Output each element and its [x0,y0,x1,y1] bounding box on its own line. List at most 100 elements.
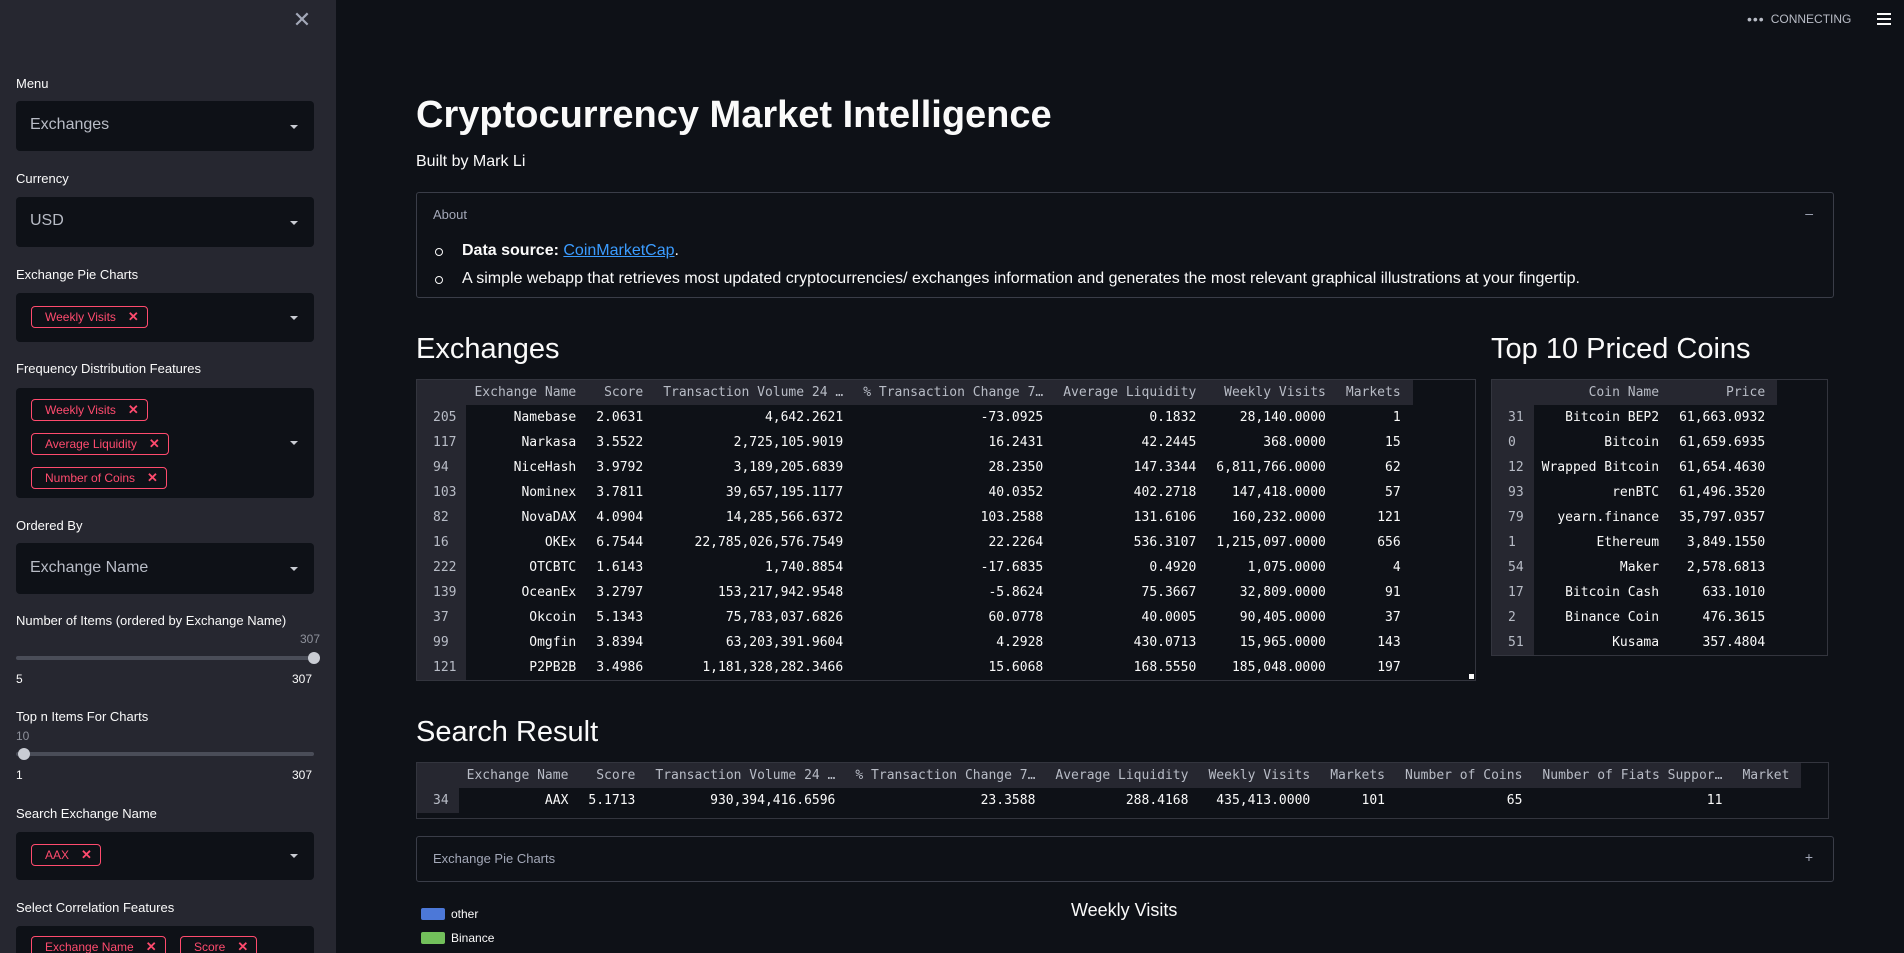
table-cell[interactable]: -17.6835 [855,555,1055,580]
table-cell[interactable]: 147.3344 [1055,455,1208,480]
table-row[interactable]: 139 OceanEx 3.2797 153,217,942.9548 -5.8624 7… [417,580,1413,605]
table-cell[interactable]: 61,496.3520 [1671,480,1777,505]
table-row[interactable]: 16 OKEx 6.7544 22,785,026,576.7549 22.2264 53… [417,530,1413,555]
table-cell[interactable]: OTCBTC [466,555,588,580]
table-row[interactable]: 79 yearn.finance 35,797.0357 [1492,505,1777,530]
table-cell[interactable]: 3.5522 [588,430,655,455]
table-row[interactable]: 103 Nominex 3.7811 39,657,195.1177 40.0352 40… [417,480,1413,505]
column-header[interactable]: Transaction Volume 24 … [647,763,848,788]
table-cell[interactable]: 3.2797 [588,580,655,605]
table-row[interactable]: 205 Namebase 2.0631 4,642.2621 -73.0925 0.183… [417,405,1413,430]
table-cell[interactable]: 147,418.0000 [1208,480,1338,505]
table-cell[interactable]: 1,075.0000 [1208,555,1338,580]
about-expander-header[interactable]: About [433,207,467,222]
column-header[interactable]: Score [588,380,656,405]
table-cell[interactable]: 1,215,097.0000 [1208,530,1338,555]
table-row[interactable]: 121 P2PB2B 3.4986 1,181,328,282.3466 15.6068… [417,655,1413,680]
table-row[interactable]: 93 renBTC 61,496.3520 [1492,480,1777,505]
remove-tag-icon[interactable]: ✕ [128,402,139,417]
table-cell[interactable]: 15,965.0000 [1208,630,1338,655]
table-cell[interactable]: 11 [1534,788,1734,813]
top10-table[interactable]: Coin Name Price 31 Bitcoin BEP2 61,663.0932… [1491,379,1828,656]
index-header[interactable] [1492,380,1534,405]
table-cell[interactable]: 4.0904 [588,505,655,530]
column-header[interactable]: Price [1671,380,1778,405]
table-cell[interactable]: 357.4804 [1671,630,1777,655]
table-cell[interactable]: 61,659.6935 [1671,430,1777,455]
table-cell[interactable]: 61,654.4630 [1671,455,1777,480]
remove-tag-icon[interactable]: ✕ [147,470,158,485]
top-n-slider-thumb[interactable] [18,748,30,760]
row-index[interactable]: 37 [417,605,467,630]
column-header[interactable]: % Transaction Change 7… [855,380,1056,405]
table-cell[interactable]: 0.4920 [1055,555,1208,580]
currency-select[interactable]: USD [16,197,314,247]
row-index[interactable]: 1 [1492,530,1534,555]
ordered-by-select[interactable]: Exchange Name [16,543,314,594]
table-cell[interactable]: 40.0005 [1055,605,1208,630]
table-row[interactable]: 12 Wrapped Bitcoin 61,654.4630 [1492,455,1777,480]
about-expander[interactable]: About – Data source: CoinMarketCap. A si… [416,192,1834,298]
table-cell[interactable]: 168.5550 [1055,655,1208,680]
column-header[interactable]: Markets [1337,380,1413,405]
row-index[interactable]: 205 [417,405,467,430]
table-cell[interactable]: 2,578.6813 [1671,555,1777,580]
table-cell[interactable]: renBTC [1534,480,1671,505]
table-cell[interactable]: 1,740.8854 [655,555,855,580]
row-index[interactable]: 0 [1492,430,1534,455]
tag-weekly-visits[interactable]: Weekly Visits ✕ [31,306,148,328]
row-index[interactable]: 31 [1492,405,1534,430]
table-cell[interactable]: 14,285,566.6372 [655,505,855,530]
table-cell[interactable]: Bitcoin BEP2 [1534,405,1671,430]
table-cell[interactable]: NovaDAX [466,505,588,530]
column-header[interactable]: Coin Name [1533,380,1672,405]
table-cell[interactable]: 22.2264 [855,530,1055,555]
tag-weekly-visits[interactable]: Weekly Visits ✕ [31,399,148,421]
column-header[interactable]: Average Liquidity [1055,380,1209,405]
table-cell[interactable]: 121 [1338,505,1413,530]
table-cell[interactable]: 1 [1338,405,1413,430]
table-cell[interactable]: 57 [1338,480,1413,505]
column-header[interactable]: Exchange Name [458,763,581,788]
table-cell[interactable]: 3.7811 [588,480,655,505]
table-cell[interactable]: 39,657,195.1177 [655,480,855,505]
table-cell[interactable]: AAX [459,788,581,813]
table-cell[interactable]: Binance Coin [1534,605,1671,630]
table-cell[interactable]: Okcoin [466,605,588,630]
column-header[interactable]: Transaction Volume 24 … [655,380,856,405]
table-cell[interactable]: 4 [1338,555,1413,580]
column-header[interactable]: Exchange Name [466,380,589,405]
table-row[interactable]: 0 Bitcoin 61,659.6935 [1492,430,1777,455]
frequency-features-multiselect[interactable]: Weekly Visits ✕ Average Liquidity ✕ Number… [16,388,314,498]
exchanges-table[interactable]: Exchange Name Score Transaction Volume 24 … [416,379,1476,681]
remove-tag-icon[interactable]: ✕ [128,309,139,324]
table-cell[interactable]: Nominex [466,480,588,505]
table-cell[interactable]: 4.2928 [855,630,1055,655]
top-n-slider-track[interactable] [16,752,314,756]
table-cell[interactable]: 103.2588 [855,505,1055,530]
table-cell[interactable]: Kusama [1534,630,1671,655]
column-header[interactable]: Market [1734,763,1802,788]
table-cell[interactable]: OKEx [466,530,588,555]
table-cell[interactable]: 42.2445 [1055,430,1208,455]
table-cell[interactable]: 3.8394 [588,630,655,655]
row-index[interactable]: 94 [417,455,467,480]
table-cell[interactable]: 75.3667 [1055,580,1208,605]
row-index[interactable]: 79 [1492,505,1534,530]
table-cell[interactable]: 75,783,037.6826 [655,605,855,630]
table-cell[interactable]: 3,189,205.6839 [655,455,855,480]
row-index[interactable]: 222 [417,555,467,580]
table-cell[interactable]: 35,797.0357 [1671,505,1777,530]
table-cell[interactable]: 61,663.0932 [1671,405,1777,430]
hamburger-menu-icon[interactable] [1877,13,1891,25]
table-cell[interactable]: Omgfin [466,630,588,655]
table-cell[interactable]: 65 [1397,788,1534,813]
table-cell[interactable]: 153,217,942.9548 [655,580,855,605]
table-cell[interactable]: 62 [1338,455,1413,480]
table-cell[interactable]: 1,181,328,282.3466 [655,655,855,680]
table-row[interactable]: 1 Ethereum 3,849.1550 [1492,530,1777,555]
row-index[interactable]: 82 [417,505,467,530]
legend-item[interactable]: other [421,902,494,926]
row-index[interactable]: 51 [1492,630,1534,655]
row-index[interactable]: 2 [1492,605,1534,630]
